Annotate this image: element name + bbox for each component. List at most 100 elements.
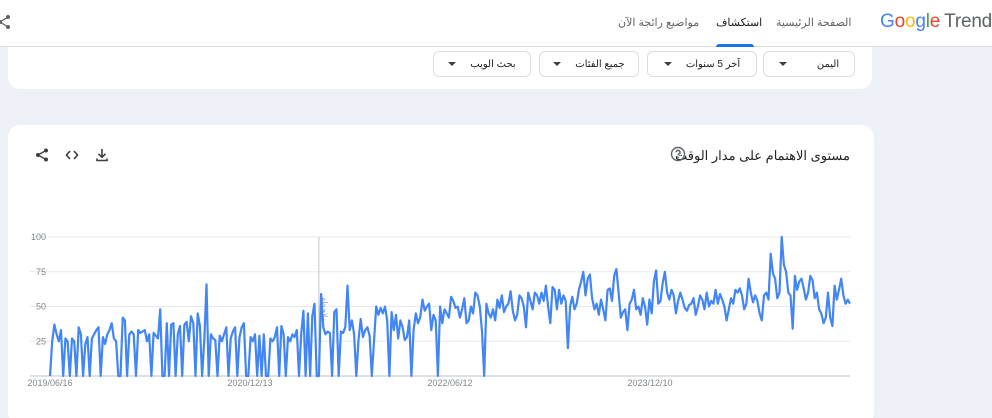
data-point[interactable] (708, 305, 710, 307)
data-point[interactable] (126, 375, 128, 377)
data-point[interactable] (97, 326, 99, 328)
data-point[interactable] (611, 300, 613, 302)
data-point[interactable] (443, 308, 445, 310)
data-point[interactable] (580, 280, 582, 282)
data-point[interactable] (168, 375, 170, 377)
data-point[interactable] (194, 375, 196, 377)
data-point[interactable] (415, 312, 417, 314)
data-point[interactable] (446, 312, 448, 314)
data-point[interactable] (214, 339, 216, 341)
data-point[interactable] (754, 294, 756, 296)
data-point[interactable] (496, 298, 498, 300)
data-point[interactable] (192, 322, 194, 324)
data-point[interactable] (670, 289, 672, 291)
data-point[interactable] (166, 322, 168, 324)
data-point[interactable] (635, 308, 637, 310)
data-point[interactable] (353, 333, 355, 335)
data-point[interactable] (437, 375, 439, 377)
data-point[interactable] (758, 312, 760, 314)
data-point[interactable] (770, 253, 772, 255)
data-point[interactable] (86, 336, 88, 338)
data-point[interactable] (741, 294, 743, 296)
data-point[interactable] (604, 319, 606, 321)
data-point[interactable] (745, 303, 747, 305)
data-point[interactable] (728, 308, 730, 310)
data-point[interactable] (155, 335, 157, 337)
data-point[interactable] (763, 294, 765, 296)
data-point[interactable] (487, 312, 489, 314)
data-point[interactable] (390, 311, 392, 313)
data-point[interactable] (767, 298, 769, 300)
data-point[interactable] (703, 308, 705, 310)
data-point[interactable] (439, 305, 441, 307)
data-point[interactable] (593, 308, 595, 310)
data-point[interactable] (589, 273, 591, 275)
data-point[interactable] (470, 305, 472, 307)
data-point[interactable] (783, 264, 785, 266)
data-point[interactable] (441, 322, 443, 324)
data-point[interactable] (648, 298, 650, 300)
data-point[interactable] (331, 375, 333, 377)
data-point[interactable] (476, 294, 478, 296)
data-point[interactable] (71, 337, 73, 339)
data-point[interactable] (492, 308, 494, 310)
data-point[interactable] (78, 326, 80, 328)
data-point[interactable] (311, 315, 313, 317)
data-point[interactable] (201, 375, 203, 377)
data-point[interactable] (516, 314, 518, 316)
data-point[interactable] (752, 301, 754, 303)
data-point[interactable] (822, 322, 824, 324)
data-point[interactable] (840, 278, 842, 280)
data-point[interactable] (298, 375, 300, 377)
nav-explore[interactable]: استكشاف (716, 16, 762, 29)
data-point[interactable] (320, 293, 322, 295)
data-point[interactable] (849, 303, 851, 305)
data-point[interactable] (410, 375, 412, 377)
data-point[interactable] (382, 312, 384, 314)
data-point[interactable] (569, 305, 571, 307)
data-point[interactable] (609, 287, 611, 289)
data-point[interactable] (463, 297, 465, 299)
data-point[interactable] (338, 375, 340, 377)
data-point[interactable] (651, 312, 653, 314)
data-point[interactable] (117, 375, 119, 377)
data-point[interactable] (395, 314, 397, 316)
data-point[interactable] (355, 375, 357, 377)
data-point[interactable] (556, 308, 558, 310)
data-point[interactable] (230, 337, 232, 339)
data-point[interactable] (111, 322, 113, 324)
data-point[interactable] (571, 296, 573, 298)
data-point[interactable] (512, 310, 514, 312)
data-point[interactable] (774, 278, 776, 280)
data-point[interactable] (565, 300, 567, 302)
data-point[interactable] (829, 316, 831, 318)
data-point[interactable] (838, 289, 840, 291)
data-point[interactable] (666, 291, 668, 293)
data-point[interactable] (344, 326, 346, 328)
data-point[interactable] (697, 305, 699, 307)
data-point[interactable] (119, 375, 121, 377)
data-point[interactable] (424, 310, 426, 312)
data-point[interactable] (89, 375, 91, 377)
data-point[interactable] (536, 294, 538, 296)
data-point[interactable] (430, 329, 432, 331)
data-point[interactable] (622, 311, 624, 313)
data-point[interactable] (219, 335, 221, 337)
data-point[interactable] (51, 340, 53, 342)
category-dropdown[interactable]: جميع الفئات (539, 51, 639, 77)
data-point[interactable] (602, 308, 604, 310)
data-point[interactable] (223, 333, 225, 335)
data-point[interactable] (252, 340, 254, 342)
data-point[interactable] (197, 312, 199, 314)
data-point[interactable] (520, 297, 522, 299)
data-point[interactable] (454, 307, 456, 309)
data-point[interactable] (113, 337, 115, 339)
data-point[interactable] (282, 333, 284, 335)
data-point[interactable] (128, 333, 130, 335)
data-point[interactable] (93, 333, 95, 335)
data-point[interactable] (507, 303, 509, 305)
data-point[interactable] (833, 284, 835, 286)
data-point[interactable] (662, 282, 664, 284)
data-point[interactable] (285, 375, 287, 377)
data-point[interactable] (238, 336, 240, 338)
